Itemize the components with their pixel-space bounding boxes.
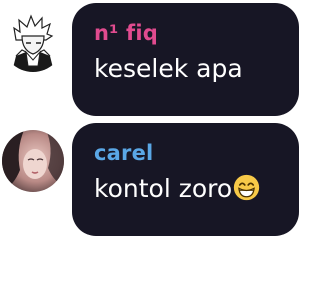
avatar[interactable] (2, 10, 64, 72)
profile-photo-avatar (2, 130, 64, 192)
message-line: kontol zoro (94, 174, 299, 204)
message-text: kontol zoro (94, 174, 233, 203)
message-bubble[interactable]: n¹ fiq keselek apa (72, 3, 299, 116)
grinning-face-icon (233, 174, 260, 201)
sender-name[interactable]: n¹ fiq (94, 21, 299, 45)
anime-character-avatar (2, 10, 64, 72)
sender-name[interactable]: carel (94, 141, 299, 165)
avatar[interactable] (2, 130, 64, 192)
message-text: keselek apa (94, 54, 243, 83)
message-bubble[interactable]: carel kontol zoro (72, 123, 299, 236)
